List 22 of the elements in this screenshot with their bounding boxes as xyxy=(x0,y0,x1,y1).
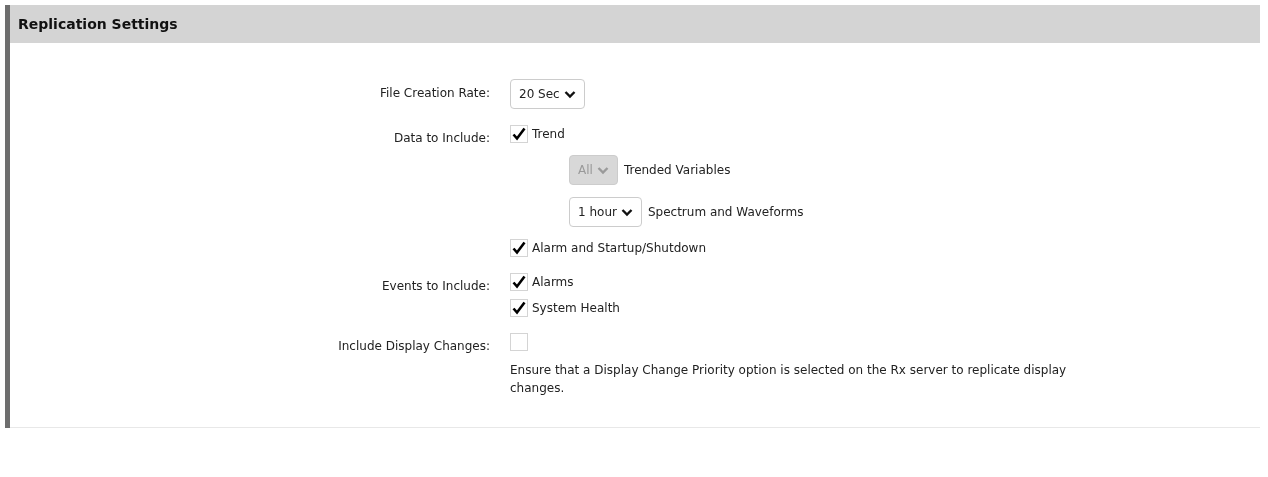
dropdown[interactable]: 20 Sec xyxy=(510,79,585,109)
checkbox[interactable] xyxy=(510,299,528,317)
checkbox[interactable] xyxy=(510,125,528,143)
section-title: Replication Settings xyxy=(18,16,178,32)
checkbox[interactable] xyxy=(510,333,528,351)
checkbox-label: Alarms xyxy=(532,275,574,289)
dropdown-label: Spectrum and Waveforms xyxy=(647,205,804,219)
field-label: File Creation Rate: xyxy=(379,86,490,100)
field-label: Events to Include: xyxy=(381,279,490,293)
help-text: Ensure that a Display Change Priority option is selected on the Rx server to replicate display changes. xyxy=(510,362,1068,397)
dropdown-label: Trended Variables xyxy=(623,163,731,177)
checkbox-label: Alarm and Startup/Shutdown xyxy=(532,241,706,255)
field-label: Data to Include: xyxy=(393,131,490,145)
checkbox[interactable] xyxy=(510,239,528,257)
checkbox-label: System Health xyxy=(532,301,620,315)
chevron-icon xyxy=(596,165,609,175)
chevron-icon xyxy=(563,89,576,99)
dropdown[interactable]: 1 hour xyxy=(569,197,642,227)
checkbox[interactable] xyxy=(510,273,528,291)
checkbox-label: Trend xyxy=(532,127,565,141)
field-label: Include Display Changes: xyxy=(338,339,490,353)
chevron-icon xyxy=(620,207,633,217)
